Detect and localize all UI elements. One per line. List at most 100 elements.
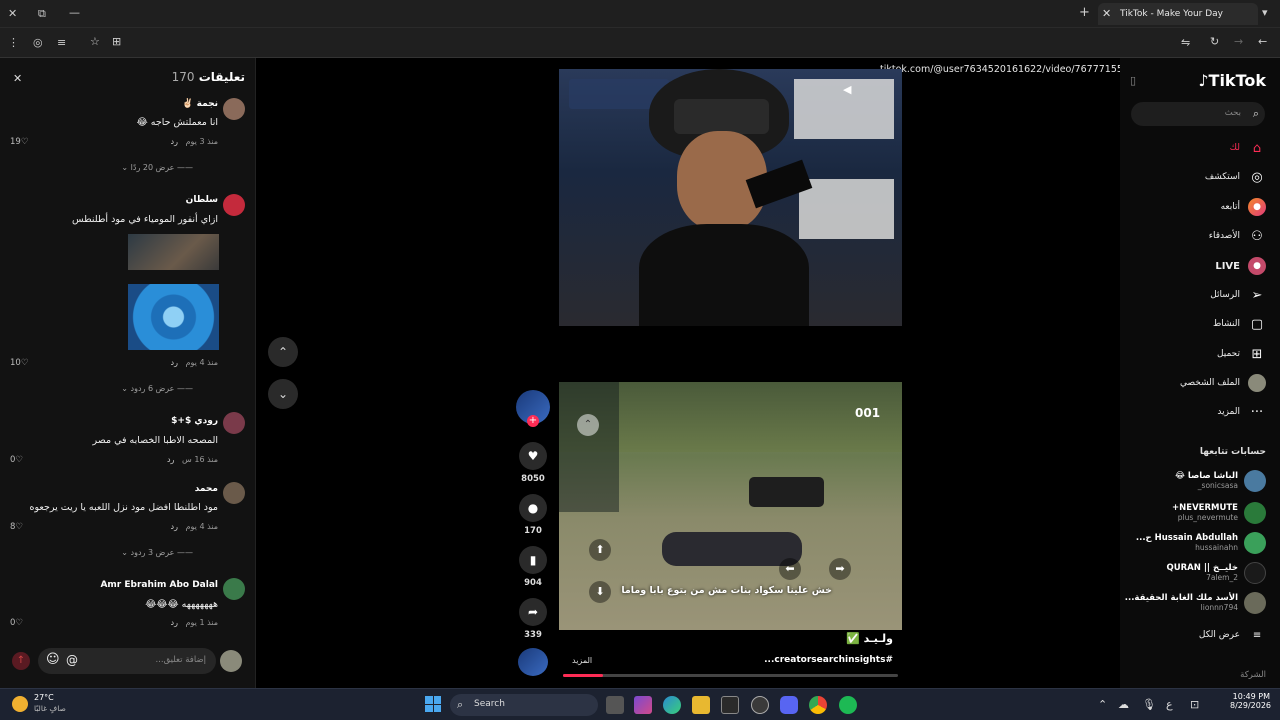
site-settings-icon[interactable]: ⇋: [1181, 36, 1190, 50]
reply-button[interactable]: رد: [171, 137, 178, 146]
comment-action[interactable]: ● 170: [517, 494, 549, 536]
followed-account[interactable]: الأسد ملك الغابة الحقيقة... lionnn794: [1125, 590, 1266, 616]
close-window-icon[interactable]: ✕: [8, 7, 17, 21]
reply-button[interactable]: رد: [171, 618, 178, 627]
weather-sun-icon[interactable]: [12, 696, 28, 712]
nav-live[interactable]: ● LIVE: [1215, 255, 1266, 277]
windows-start-icon[interactable]: [425, 696, 441, 712]
emoji-icon[interactable]: ☺: [46, 653, 60, 667]
like-count[interactable]: 19♡: [10, 137, 28, 147]
task-view-icon[interactable]: [606, 696, 624, 714]
comment-input-box[interactable]: ☺ @ إضافة تعليق...: [38, 648, 216, 674]
reply-button[interactable]: رد: [171, 358, 178, 367]
close-comments-icon[interactable]: ✕: [13, 72, 22, 86]
comment-author[interactable]: رودي $+$: [171, 416, 218, 426]
nav-upload[interactable]: ⊞ تحميل: [1217, 343, 1266, 365]
taskbar-clock[interactable]: 10:49 PM 8/29/2026: [1230, 692, 1271, 710]
tiktok-logo[interactable]: ♪TikTok: [1198, 71, 1266, 90]
followed-account[interactable]: خليــخ || QURAN 7alem_2: [1166, 560, 1266, 586]
bookmark-star-icon[interactable]: ☆: [90, 35, 100, 49]
cloud-icon[interactable]: ☁: [1118, 698, 1129, 712]
comment-input[interactable]: إضافة تعليق...: [155, 655, 206, 665]
like-count[interactable]: 10♡: [10, 358, 28, 368]
comment-image-game[interactable]: [128, 284, 219, 350]
collapse-sidebar-icon[interactable]: ▯: [1130, 74, 1136, 88]
restore-window-icon[interactable]: ⧉: [38, 7, 46, 21]
avatar[interactable]: [223, 98, 245, 120]
chrome-icon[interactable]: [809, 696, 827, 714]
video-author-name[interactable]: ولـيـد ✅: [846, 632, 893, 645]
search-icon[interactable]: ⌕: [1253, 107, 1259, 121]
followed-account[interactable]: NEVERMUTE+ plus_nevermute: [1172, 500, 1266, 526]
reload-icon[interactable]: ↻: [1210, 35, 1219, 49]
discord-icon[interactable]: [780, 696, 798, 714]
browser-tab[interactable]: ✕ TikTok - Make Your Day: [1098, 3, 1258, 25]
video-frame-gameplay[interactable]: ⌃ 001 ⬆ ⬇ ➡ ⬅ خش علينا سكواد بنات مش من …: [559, 382, 902, 630]
weather-temp[interactable]: 27°C: [34, 693, 54, 702]
tab-search-icon[interactable]: ▾: [1262, 6, 1268, 20]
comment-image-streamer[interactable]: [128, 234, 219, 270]
like-action[interactable]: ♥ 8050: [517, 442, 549, 484]
minimize-window-icon[interactable]: —: [69, 6, 80, 20]
reading-list-icon[interactable]: ≡: [57, 36, 66, 50]
reply-button[interactable]: رد: [171, 522, 178, 531]
like-count[interactable]: 8♡: [10, 522, 23, 532]
bookmark-icon[interactable]: ▮: [519, 546, 547, 574]
forward-icon[interactable]: →: [1234, 35, 1243, 49]
tray-chevron-icon[interactable]: ⌃: [1098, 698, 1107, 712]
heart-icon[interactable]: ♥: [519, 442, 547, 470]
view-replies-button[interactable]: —— عرض 6 ردود ⌄: [121, 384, 193, 393]
previous-video-button[interactable]: ⌃: [268, 337, 298, 367]
nav-following[interactable]: ● أتابعه: [1221, 196, 1266, 218]
post-comment-button[interactable]: ↑: [12, 652, 30, 670]
see-all-link[interactable]: ≡ عرض الكل: [1199, 624, 1266, 646]
followed-account[interactable]: Hussain Abdullah ح... hussainahn: [1136, 530, 1266, 556]
comment-author[interactable]: سلطان: [186, 195, 218, 205]
new-tab-icon[interactable]: +: [1079, 6, 1090, 20]
next-video-button[interactable]: ⌄: [268, 379, 298, 409]
menu-icon[interactable]: ⋮: [8, 36, 19, 50]
volume-icon[interactable]: ◀: [843, 83, 851, 96]
comment-author[interactable]: Amr Ebrahim Abo Dalal: [100, 580, 218, 590]
comment-author[interactable]: محمد: [195, 484, 218, 494]
followed-account[interactable]: الباشا صاصا 😂 sonicsasa_: [1175, 468, 1266, 494]
close-tab-icon[interactable]: ✕: [1102, 7, 1111, 21]
like-count[interactable]: 0♡: [10, 455, 23, 465]
view-replies-button[interactable]: —— عرض 20 ردًا ⌄: [121, 163, 193, 172]
nav-profile[interactable]: الملف الشخصي: [1180, 372, 1266, 394]
microphone-icon[interactable]: 🎙: [1142, 698, 1156, 712]
copilot-icon[interactable]: [634, 696, 652, 714]
video-frame-streamer[interactable]: ◀: [559, 69, 902, 326]
comment-author[interactable]: نجمة ✌🏻: [182, 99, 218, 109]
avatar[interactable]: [223, 194, 245, 216]
save-action[interactable]: ▮ 904: [517, 546, 549, 588]
video-progress-bar[interactable]: [563, 674, 898, 677]
reply-button[interactable]: رد: [167, 455, 174, 464]
avatar[interactable]: [223, 482, 245, 504]
back-icon[interactable]: ←: [1258, 35, 1267, 49]
search-input[interactable]: بحث: [1225, 108, 1241, 118]
github-icon[interactable]: [751, 696, 769, 714]
share-action[interactable]: ➦ 339: [517, 598, 549, 640]
company-link[interactable]: الشركة: [1240, 670, 1266, 680]
share-icon[interactable]: ⊞: [112, 35, 121, 49]
avatar[interactable]: [223, 412, 245, 434]
nav-friends[interactable]: ⚇ الأصدقاء: [1209, 225, 1266, 247]
extensions-icon[interactable]: ◎: [33, 36, 43, 50]
network-icon[interactable]: ⊡: [1190, 698, 1199, 712]
view-replies-button[interactable]: —— عرض 3 ردود ⌄: [121, 548, 193, 557]
nav-more[interactable]: ··· المزيد: [1217, 401, 1266, 423]
store-icon[interactable]: [721, 696, 739, 714]
taskbar-search[interactable]: ⌕ Search: [450, 694, 598, 716]
spotify-icon[interactable]: [839, 696, 857, 714]
nav-explore[interactable]: ◎ استكشف: [1205, 166, 1266, 188]
video-hashtag[interactable]: #creatorsearchinsights...: [764, 655, 893, 665]
mention-icon[interactable]: @: [66, 653, 78, 667]
file-explorer-icon[interactable]: [692, 696, 710, 714]
nav-messages[interactable]: ➢ الرسائل: [1210, 284, 1266, 306]
music-disc-icon[interactable]: [518, 648, 548, 676]
search-box[interactable]: ⌕ بحث: [1131, 102, 1265, 126]
see-more-link[interactable]: المزيد: [572, 656, 592, 665]
comment-bubble-icon[interactable]: ●: [519, 494, 547, 522]
avatar[interactable]: [223, 578, 245, 600]
